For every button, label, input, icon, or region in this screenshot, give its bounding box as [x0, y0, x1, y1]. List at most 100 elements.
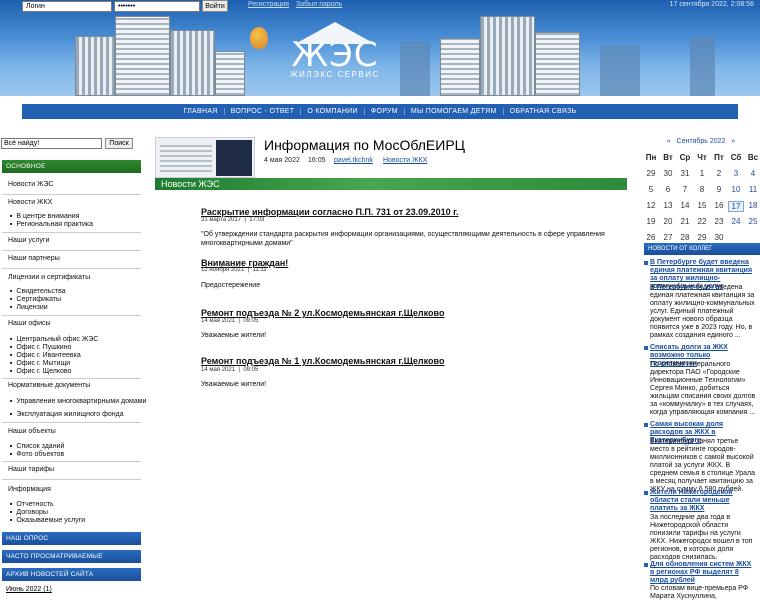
partner-news-body: По словам генерального директора ПАО «Го… — [650, 361, 756, 416]
calendar-day[interactable]: 21 — [677, 217, 693, 226]
sidebar-item-zhkh-news[interactable]: Новости ЖКХ — [8, 199, 52, 206]
news-item-title[interactable]: Ремонт подъезда № 1 ул.Космодемьянская г… — [201, 356, 444, 366]
login-field[interactable] — [22, 1, 112, 12]
sidebar-subitem[interactable]: Офис г. Мытищи — [10, 360, 70, 367]
building-image — [440, 38, 480, 96]
calendar-day[interactable]: 28 — [677, 233, 693, 242]
calendar-day[interactable]: 24 — [728, 217, 744, 226]
sidebar-subitem[interactable]: Офис г. Щелково — [10, 368, 71, 375]
sidebar-item-offices[interactable]: Наши офисы — [8, 320, 51, 327]
calendar-day[interactable]: 7 — [677, 185, 693, 194]
calendar-day[interactable]: 15 — [694, 201, 710, 210]
news-item-title[interactable]: Раскрытие информации согласно П.П. 731 о… — [201, 207, 459, 217]
sidebar-subitem[interactable]: Отчетность — [10, 501, 53, 508]
nav-item-help-children[interactable]: МЫ ПОМОГАЕМ ДЕТЯМ — [405, 108, 504, 115]
nav-item-faq[interactable]: ВОПРОС - ОТВЕТ — [225, 108, 302, 115]
logo-subtitle: ЖИЛЭКС СЕРВИС — [290, 70, 380, 79]
calendar-day[interactable]: 18 — [745, 201, 760, 210]
calendar-day[interactable]: 5 — [643, 185, 659, 194]
calendar-day[interactable]: 30 — [711, 233, 727, 242]
skyline-building — [400, 41, 430, 96]
sidebar-item-documents[interactable]: Нормативные документы — [8, 382, 90, 389]
calendar-day[interactable]: 12 — [643, 201, 659, 210]
sidebar-section-main: ОСНОВНОЕ — [2, 160, 141, 173]
calendar-header: « Сентябрь 2022 » — [645, 138, 757, 145]
calendar-day[interactable]: 3 — [728, 169, 744, 178]
article-thumbnail[interactable] — [155, 137, 255, 178]
partner-news-body: За последние два года в Нижегородской об… — [650, 514, 753, 561]
search-input[interactable] — [1, 138, 102, 149]
document-image — [160, 142, 212, 172]
calendar-day[interactable]: 9 — [711, 185, 727, 194]
nav-item-about[interactable]: О КОМПАНИИ — [301, 108, 365, 115]
sidebar-item-information[interactable]: Информация — [8, 486, 51, 493]
sidebar-subitem[interactable]: Оказываемые услуги — [10, 517, 85, 524]
calendar-day[interactable]: 29 — [694, 233, 710, 242]
calendar-day[interactable]: 19 — [643, 217, 659, 226]
sidebar-subitem[interactable]: Региональная практика — [10, 221, 93, 228]
sidebar-subitem[interactable]: Офис г. Пушкино — [10, 344, 71, 351]
building-image — [115, 16, 170, 96]
sidebar-item-services[interactable]: Наши услуги — [8, 237, 49, 244]
sidebar-subitem[interactable]: Список зданий — [10, 443, 64, 450]
nav-item-forum[interactable]: ФОРУМ — [365, 108, 405, 115]
calendar-month[interactable]: Сентябрь 2022 — [677, 138, 726, 145]
calendar-prev-button[interactable]: « — [667, 138, 671, 145]
calendar-day[interactable]: 27 — [660, 233, 676, 242]
sidebar-subitem[interactable]: Фото объектов — [10, 451, 64, 458]
login-button[interactable]: Войти — [202, 0, 228, 12]
nav-item-feedback[interactable]: ОБРАТНАЯ СВЯЗЬ — [504, 108, 583, 115]
news-item-title[interactable]: Ремонт подъезда № 2 ул.Космодемьянская г… — [201, 308, 444, 318]
calendar-day[interactable]: 22 — [694, 217, 710, 226]
calendar-day[interactable]: 13 — [660, 201, 676, 210]
calendar-day[interactable]: 25 — [745, 217, 760, 226]
calendar-day[interactable]: 31 — [677, 169, 693, 178]
sidebar-subitem[interactable]: Управление многоквартирными домами — [10, 398, 146, 405]
sidebar-subitem[interactable]: Свидетельства — [10, 288, 65, 295]
calendar-day[interactable]: 17 — [728, 201, 744, 212]
sidebar-item-partners[interactable]: Наши партнеры — [8, 255, 60, 262]
sidebar-subitem[interactable]: Лицензии — [10, 304, 47, 311]
sidebar-subitem[interactable]: Сертификаты — [10, 296, 61, 303]
calendar-day[interactable]: 26 — [643, 233, 659, 242]
site-logo[interactable]: ЖЭС ЖИЛЭКС СЕРВИС — [285, 22, 385, 92]
calendar-day[interactable]: 10 — [728, 185, 744, 194]
calendar-day[interactable]: 4 — [745, 169, 760, 178]
password-field[interactable] — [114, 1, 200, 12]
sidebar-item-objects[interactable]: Наши объекты — [8, 428, 56, 435]
calendar-weekday: Пн — [645, 153, 657, 162]
calendar-day[interactable]: 29 — [643, 169, 659, 178]
sidebar-subitem[interactable]: Договоры — [10, 509, 47, 516]
calendar-day[interactable]: 30 — [660, 169, 676, 178]
divider — [2, 461, 141, 462]
sidebar-subitem[interactable]: Центральный офис ЖЭС — [10, 336, 98, 343]
sidebar-subitem[interactable]: Офис г. Ивантеевка — [10, 352, 80, 359]
sidebar-item-tariffs[interactable]: Наши тарифы — [8, 466, 54, 473]
article-category[interactable]: Новости ЖКХ — [383, 157, 427, 164]
archive-item[interactable]: Июнь 2022 (1) — [6, 586, 52, 593]
sidebar-item-licenses[interactable]: Лицензии и сертификаты — [8, 274, 90, 281]
calendar-day[interactable]: 20 — [660, 217, 676, 226]
calendar-day[interactable]: 2 — [711, 169, 727, 178]
calendar-weekday: Вс — [747, 153, 759, 162]
search-button[interactable]: Поиск — [105, 138, 133, 149]
calendar-day[interactable]: 16 — [711, 201, 727, 210]
bullet-icon — [644, 346, 648, 350]
calendar-day[interactable]: 6 — [660, 185, 676, 194]
sidebar-subitem[interactable]: В центре внимания — [10, 213, 79, 220]
sidebar-subitem[interactable]: Эксплуатация жилищного фонда — [10, 411, 123, 418]
forgot-password-link[interactable]: Забыл пароль — [296, 1, 342, 8]
partner-news-title[interactable]: Для обновления систем ЖКХ в регионах РФ … — [650, 561, 756, 585]
register-link[interactable]: Регистрация — [248, 1, 289, 8]
article-author[interactable]: pavel.tkchnk — [334, 157, 373, 164]
sidebar-item-zhes-news[interactable]: Новости ЖЭС — [8, 181, 54, 188]
calendar-day[interactable]: 11 — [745, 185, 760, 194]
news-item-body: "Об утверждении стандарта раскрытия инфо… — [201, 231, 605, 247]
calendar-day[interactable]: 8 — [694, 185, 710, 194]
calendar-day[interactable]: 23 — [711, 217, 727, 226]
calendar-day[interactable]: 14 — [677, 201, 693, 210]
partner-news-title[interactable]: Жители Нижегородской области стали меньш… — [650, 489, 756, 513]
calendar-next-button[interactable]: » — [731, 138, 735, 145]
nav-item-home[interactable]: ГЛАВНАЯ — [177, 108, 225, 115]
calendar-day[interactable]: 1 — [694, 169, 710, 178]
